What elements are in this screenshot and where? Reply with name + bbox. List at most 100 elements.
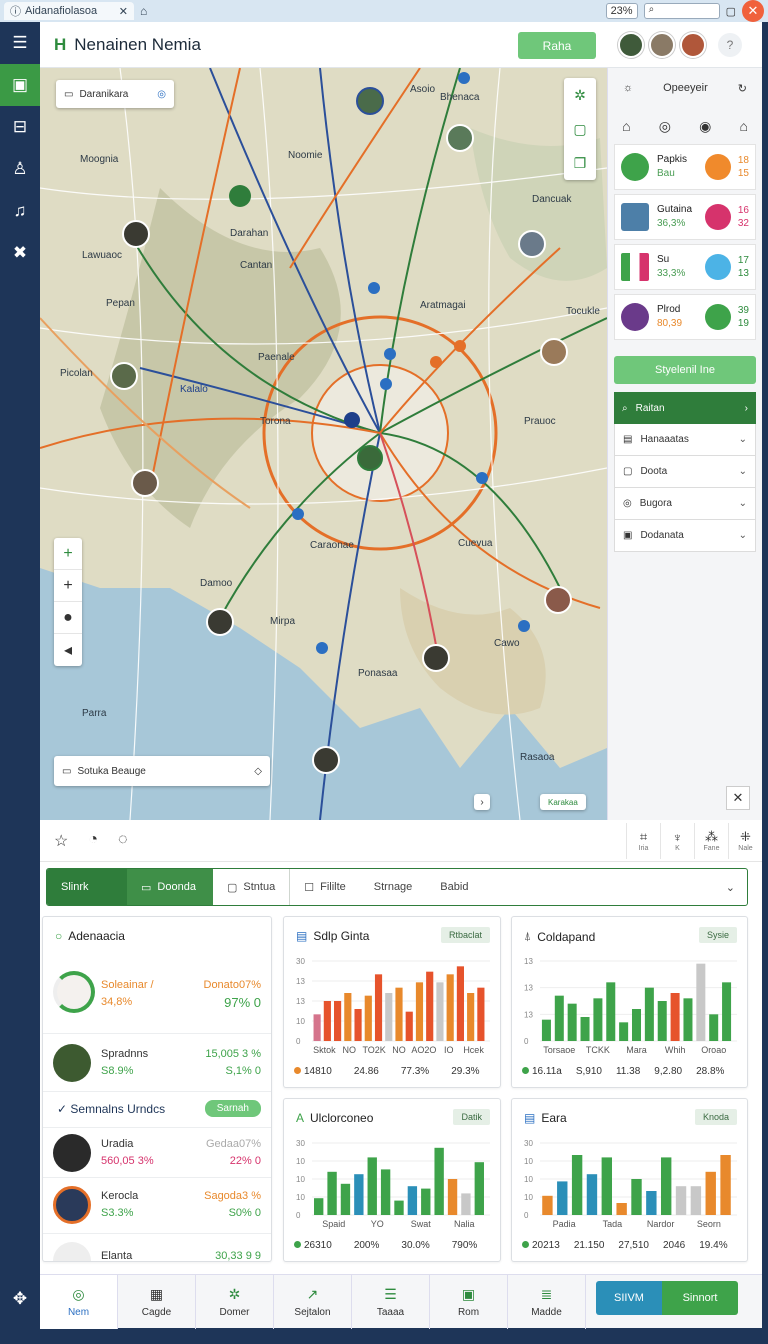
bar[interactable] bbox=[367, 1157, 377, 1215]
chart-tag[interactable]: Rtbaclat bbox=[440, 927, 490, 943]
bar[interactable] bbox=[631, 1179, 642, 1215]
sun-icon[interactable]: ☼ bbox=[623, 82, 633, 94]
menu-icon[interactable]: ☰ bbox=[0, 22, 40, 64]
bar[interactable] bbox=[434, 1147, 444, 1215]
list-item[interactable]: Spradnns S8.9% 15,005 3 % S,1% 0 bbox=[43, 1033, 271, 1091]
bar[interactable] bbox=[586, 1174, 598, 1215]
bar[interactable] bbox=[394, 1200, 404, 1215]
filter-dropdown[interactable]: ▣ Dodanata ⌄ bbox=[614, 520, 756, 552]
section-button[interactable]: Sarnah bbox=[204, 1100, 261, 1117]
bar[interactable] bbox=[646, 1191, 657, 1215]
close-tab-icon[interactable]: ✕ bbox=[119, 5, 128, 18]
list-item[interactable]: Elanta 30,33 9 9 bbox=[43, 1233, 271, 1261]
list-item[interactable]: Uradia 560,05 3% Gedaa07% 22% 0 bbox=[43, 1127, 271, 1177]
bar[interactable] bbox=[456, 966, 464, 1041]
bar[interactable] bbox=[631, 1009, 642, 1041]
settings-icon[interactable]: ✲ bbox=[564, 78, 596, 112]
close-button[interactable]: ✕ bbox=[726, 786, 750, 810]
bar[interactable] bbox=[334, 1001, 342, 1041]
bar[interactable] bbox=[580, 1017, 590, 1041]
avatar[interactable] bbox=[649, 32, 675, 58]
bar[interactable] bbox=[722, 982, 732, 1041]
refresh-icon[interactable]: ↻ bbox=[738, 82, 747, 95]
bar[interactable] bbox=[601, 1157, 613, 1215]
bar[interactable] bbox=[616, 1203, 627, 1215]
bar[interactable] bbox=[385, 993, 393, 1041]
bar[interactable] bbox=[657, 1001, 667, 1041]
circle-icon[interactable]: ◎ bbox=[659, 118, 671, 135]
avatar[interactable] bbox=[618, 32, 644, 58]
star-icon[interactable]: ☆ bbox=[54, 831, 68, 851]
tab[interactable]: Slinrk bbox=[47, 869, 127, 905]
nav-item[interactable]: ◎ Nem bbox=[40, 1275, 118, 1329]
map-bottom-search[interactable]: ▭ Sotuka Beauge ◇ bbox=[54, 756, 270, 786]
home-icon[interactable]: ⌂ bbox=[622, 118, 630, 134]
nav-item[interactable]: ✲ Domer bbox=[196, 1275, 274, 1329]
tool-button[interactable]: ⌗ Iria bbox=[626, 822, 660, 859]
zoom-in-icon[interactable]: + bbox=[54, 570, 82, 602]
bar[interactable] bbox=[313, 1014, 321, 1041]
chart-tag[interactable]: Datik bbox=[453, 1109, 490, 1125]
bar[interactable] bbox=[340, 1183, 351, 1215]
filter-dropdown[interactable]: ▢ Doota ⌄ bbox=[614, 456, 756, 488]
bar[interactable] bbox=[364, 995, 372, 1041]
bar[interactable] bbox=[327, 1171, 337, 1215]
bar[interactable] bbox=[675, 1186, 687, 1215]
bar[interactable] bbox=[683, 998, 693, 1041]
bar[interactable] bbox=[554, 995, 564, 1041]
bar[interactable] bbox=[395, 987, 403, 1041]
bar[interactable] bbox=[446, 974, 454, 1041]
bar[interactable] bbox=[314, 1198, 324, 1215]
bar[interactable] bbox=[644, 987, 654, 1041]
tab[interactable]: ▢ Stntua bbox=[213, 869, 291, 905]
bar[interactable] bbox=[344, 993, 352, 1041]
bar[interactable] bbox=[619, 1022, 629, 1041]
tool-button[interactable]: ⁂ Fane bbox=[694, 822, 728, 859]
chart-tag[interactable]: Sysie bbox=[698, 927, 737, 943]
bar[interactable] bbox=[541, 1019, 551, 1041]
compass-icon[interactable]: ◂ bbox=[54, 634, 82, 666]
sidebar-card[interactable]: Su 33,3% 17 13 bbox=[614, 244, 756, 290]
browser-tab[interactable]: ⓘ Aidanafiolasoa ✕ bbox=[4, 2, 134, 20]
tool-button[interactable]: ⁜ Nale bbox=[728, 822, 762, 859]
nav-item[interactable]: ☰ Taaaa bbox=[352, 1275, 430, 1329]
nav-item[interactable]: ▦ Cagde bbox=[118, 1275, 196, 1329]
chart-tag[interactable]: Knoda bbox=[694, 1109, 737, 1125]
bar[interactable] bbox=[606, 982, 616, 1041]
tool-button[interactable]: ♆ K bbox=[660, 822, 694, 859]
bar[interactable] bbox=[660, 1157, 672, 1215]
window-close-button[interactable]: ✕ bbox=[742, 0, 764, 22]
bar[interactable] bbox=[670, 993, 680, 1041]
window-icon[interactable]: ▢ bbox=[726, 5, 736, 18]
locate-icon[interactable]: ◎ bbox=[157, 89, 166, 100]
music-icon[interactable]: ♫ bbox=[0, 190, 40, 232]
copy-icon[interactable]: ❐ bbox=[564, 146, 596, 180]
home-icon[interactable]: ⌂ bbox=[140, 4, 147, 18]
bar[interactable] bbox=[405, 1011, 413, 1041]
tools-icon[interactable]: ✖ bbox=[0, 232, 40, 274]
bar[interactable] bbox=[407, 1186, 418, 1215]
list-item[interactable]: Kerocla S3.3% Sagoda3 % S0% 0 bbox=[43, 1177, 271, 1233]
bar[interactable] bbox=[705, 1171, 716, 1215]
browser-search-input[interactable]: ⌕ bbox=[643, 3, 720, 19]
next-arrow-icon[interactable]: › bbox=[474, 794, 490, 810]
zoom-level[interactable]: 23% bbox=[605, 3, 638, 19]
combo-right[interactable]: Sinnort bbox=[662, 1281, 738, 1315]
bar[interactable] bbox=[690, 1186, 702, 1215]
bar[interactable] bbox=[374, 974, 383, 1041]
combo-left[interactable]: SIIVM bbox=[596, 1281, 662, 1315]
bar[interactable] bbox=[415, 982, 424, 1041]
bar[interactable] bbox=[477, 987, 485, 1041]
filter-dropdown[interactable]: ◎ Bugora ⌄ bbox=[614, 488, 756, 520]
coin-icon[interactable]: ◉ bbox=[699, 118, 711, 135]
dashboard-icon[interactable]: ▣ bbox=[0, 64, 40, 106]
avatar[interactable] bbox=[680, 32, 706, 58]
filter-search[interactable]: ⌕ Raitan › bbox=[614, 392, 756, 424]
check-icon[interactable]: ◌ bbox=[118, 831, 128, 851]
action-split-button[interactable]: SIIVM Sinnort bbox=[596, 1281, 738, 1315]
bar[interactable] bbox=[593, 998, 603, 1041]
bar[interactable] bbox=[354, 1174, 364, 1215]
sidebar-card[interactable]: Gutaina 36,3% 16 32 bbox=[614, 194, 756, 240]
bar[interactable] bbox=[436, 982, 444, 1041]
bar[interactable] bbox=[354, 1009, 362, 1041]
